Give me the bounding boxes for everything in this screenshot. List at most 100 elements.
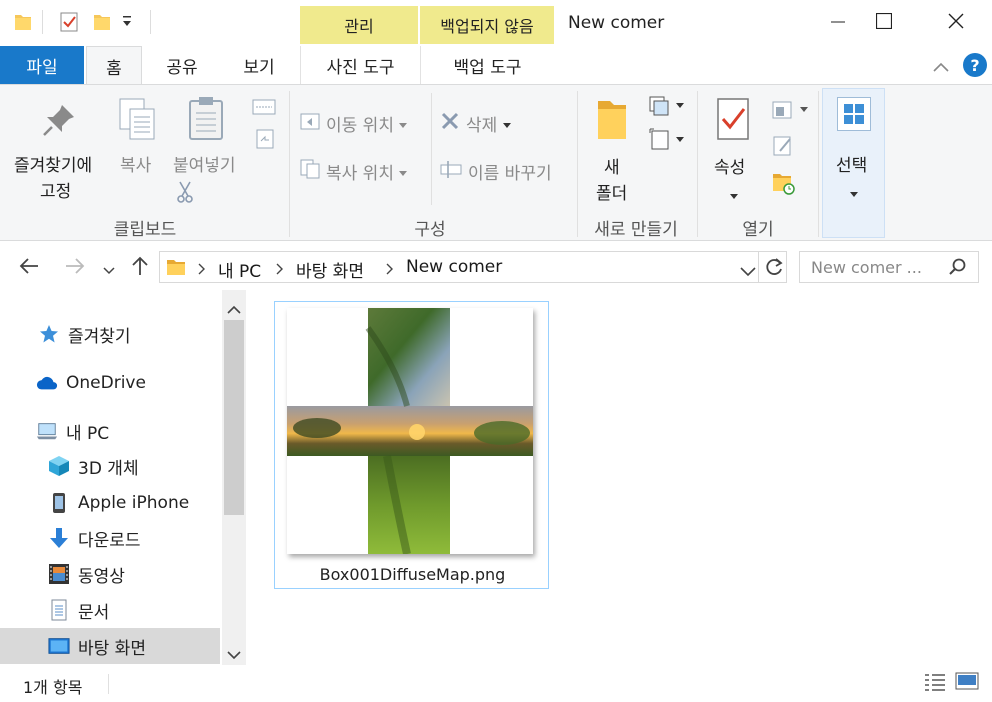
scroll-down-icon[interactable] [227, 646, 241, 665]
image-thumbnail [287, 308, 533, 555]
navigation-pane: 즐겨찾기 OneDrive 내 PC 3D 개체 Apple iPhone 다운… [0, 290, 246, 665]
sidebar-item-label: 문서 [78, 602, 110, 623]
collapse-ribbon-icon[interactable] [932, 58, 950, 77]
search-input[interactable]: New comer ... [811, 258, 922, 277]
delete-button[interactable]: 삭제 [440, 109, 524, 137]
scroll-up-icon[interactable] [227, 299, 241, 318]
star-icon [38, 323, 60, 345]
sidebar-item-documents[interactable]: 문서 [0, 592, 220, 628]
open-icon[interactable] [772, 99, 808, 125]
title-bar: 관리 백업되지 않음 New comer [0, 0, 992, 46]
scrollbar-thumb[interactable] [224, 320, 244, 515]
large-icons-view-icon[interactable] [955, 671, 979, 695]
recent-locations-icon[interactable] [103, 261, 115, 280]
copy-button[interactable]: 복사 [112, 89, 164, 179]
select-grid-icon [837, 97, 871, 131]
copy-label: 복사 [120, 156, 152, 176]
properties-button[interactable]: 속성 [708, 91, 760, 201]
breadcrumb-new-comer[interactable]: New comer [406, 257, 502, 277]
copy-to-button[interactable]: 복사 위치 [300, 157, 422, 185]
qa-divider [150, 10, 151, 34]
sidebar-item-desktop[interactable]: 바탕 화면 [0, 628, 220, 664]
up-arrow-icon[interactable] [130, 255, 150, 281]
nav-scrollbar[interactable] [222, 290, 246, 665]
copy-to-label: 복사 위치 [326, 163, 394, 184]
move-to-button[interactable]: 이동 위치 [300, 109, 422, 137]
properties-quick-icon[interactable] [60, 12, 78, 32]
pin-to-quick-access-button[interactable]: 즐겨찾기에 고정 [4, 89, 108, 209]
address-dropdown-icon[interactable] [740, 262, 756, 281]
new-folder-quick-icon[interactable] [93, 12, 111, 32]
minimize-button[interactable] [815, 0, 861, 46]
file-explorer-window: 관리 백업되지 않음 New comer 파일 홈 공유 보기 사진 도구 백업… [0, 0, 992, 702]
sidebar-item-label: 즐겨찾기 [68, 326, 131, 347]
rename-button[interactable]: 이름 바꾸기 [440, 157, 568, 185]
breadcrumb-chevron-icon[interactable] [276, 260, 284, 279]
sidebar-item-videos[interactable]: 동영상 [0, 556, 220, 592]
tab-view[interactable]: 보기 [226, 46, 292, 84]
new-folder-icon [596, 99, 628, 145]
maximize-button[interactable] [861, 0, 907, 46]
search-icon[interactable] [948, 257, 968, 281]
details-view-icon[interactable] [924, 672, 946, 696]
copy-path-icon[interactable] [252, 99, 276, 119]
new-folder-button[interactable]: 새 폴더 [588, 91, 640, 204]
dropdown-arrow-icon [503, 114, 512, 133]
rename-label: 이름 바꾸기 [468, 163, 552, 184]
download-arrow-icon [48, 527, 70, 549]
qa-divider [42, 10, 43, 34]
history-icon[interactable] [772, 171, 796, 199]
sidebar-item-label: 내 PC [66, 423, 110, 444]
sidebar-item-apple-iphone[interactable]: Apple iPhone [0, 485, 220, 521]
rename-icon [440, 159, 462, 183]
ribbon-tabs: 파일 홈 공유 보기 사진 도구 백업 도구 ? [0, 46, 992, 85]
tab-file[interactable]: 파일 [0, 46, 84, 84]
help-icon[interactable]: ? [963, 53, 987, 77]
group-separator [697, 91, 698, 237]
sidebar-item-quick-access[interactable]: 즐겨찾기 [0, 316, 220, 352]
delete-x-icon [440, 111, 460, 135]
customize-toolbar-icon[interactable] [121, 14, 139, 34]
new-folder-label-line1: 새 [604, 158, 620, 178]
cube-icon [48, 455, 70, 477]
close-button[interactable] [933, 0, 979, 46]
scissors-icon[interactable] [176, 181, 194, 207]
properties-check-icon [716, 97, 750, 145]
breadcrumb-my-pc[interactable]: 내 PC [218, 257, 261, 282]
address-bar[interactable]: 내 PC 바탕 화면 New comer [159, 251, 787, 283]
search-box[interactable]: New comer ... [799, 251, 979, 283]
breadcrumb-desktop[interactable]: 바탕 화면 [296, 257, 364, 282]
sidebar-item-onedrive[interactable]: OneDrive [0, 365, 220, 401]
dropdown-arrow-icon [730, 185, 738, 204]
refresh-icon[interactable] [764, 257, 784, 281]
edit-icon[interactable] [772, 135, 794, 161]
new-group-label: 새로 만들기 [594, 220, 678, 240]
tab-photo-tools[interactable]: 사진 도구 [300, 46, 420, 84]
pin-icon [42, 103, 76, 141]
back-arrow-icon[interactable] [18, 256, 40, 280]
computer-icon [36, 420, 58, 442]
select-button[interactable]: 선택 [822, 88, 885, 238]
paste-shortcut-icon[interactable] [256, 127, 274, 153]
phone-icon [48, 492, 70, 514]
breadcrumb-chevron-icon[interactable] [386, 260, 394, 279]
file-tile[interactable]: Box001DiffuseMap.png [274, 301, 549, 589]
diffuse-map-cross-preview [287, 308, 533, 555]
paste-button[interactable]: 붙여넣기 [170, 89, 246, 203]
move-to-label: 이동 위치 [326, 115, 394, 136]
status-bar: 1개 항목 [0, 665, 992, 702]
breadcrumb-chevron-icon[interactable] [198, 260, 206, 279]
sidebar-item-3d-objects[interactable]: 3D 개체 [0, 448, 220, 484]
new-folder-label-line2: 폴더 [596, 184, 628, 204]
sidebar-item-label: 다운로드 [78, 530, 141, 551]
tab-share[interactable]: 공유 [150, 46, 214, 84]
easy-access-icon[interactable] [648, 127, 684, 155]
tab-backup-tools[interactable]: 백업 도구 [420, 46, 554, 84]
new-item-icon[interactable] [648, 95, 684, 121]
forward-arrow-icon[interactable] [64, 256, 86, 280]
properties-label: 속성 [714, 158, 746, 178]
minimize-icon [831, 14, 845, 33]
sidebar-item-downloads[interactable]: 다운로드 [0, 520, 220, 556]
sidebar-item-my-pc[interactable]: 내 PC [0, 413, 220, 449]
tab-home[interactable]: 홈 [86, 46, 142, 85]
